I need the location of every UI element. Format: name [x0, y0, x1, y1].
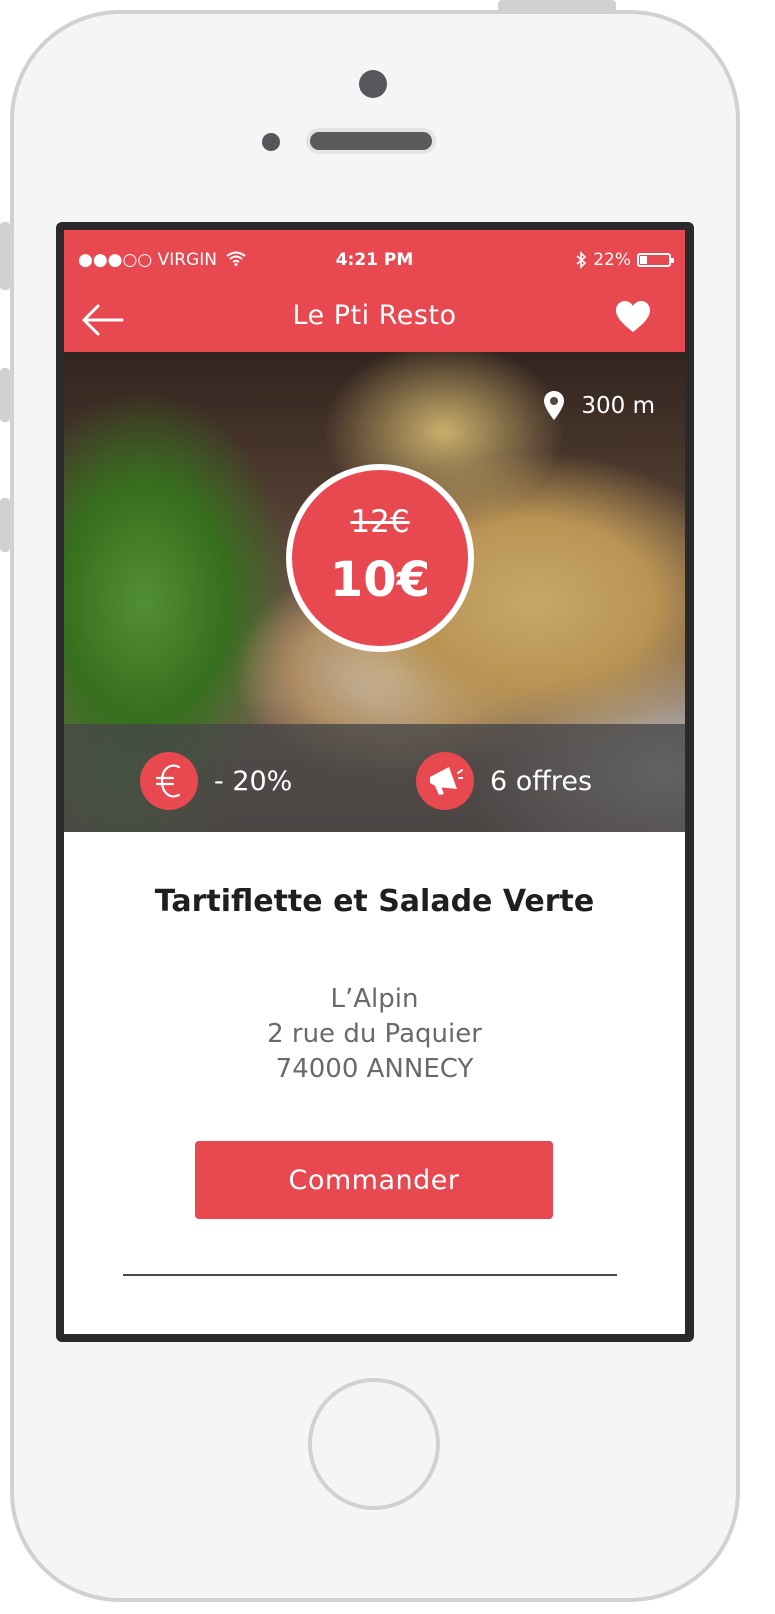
- offer-stats-bar: - 20% 6 offres: [64, 724, 685, 832]
- nav-bar: Le Pti Resto: [64, 290, 685, 352]
- volume-down-button: [0, 498, 10, 552]
- battery-fill: [640, 256, 647, 264]
- status-bar: ●●●○○ VIRGIN 4:21 PM 22%: [64, 230, 685, 290]
- megaphone-badge: [416, 752, 474, 810]
- front-camera: [359, 70, 387, 98]
- offers-text: 6 offres: [490, 765, 593, 797]
- battery-status: 22%: [575, 250, 674, 270]
- heart-icon: [616, 301, 650, 332]
- old-price: 12€: [350, 504, 410, 540]
- dish-name: Tartiflette et Salade Verte: [154, 884, 595, 919]
- dish-photo: 300 m 12€ 10€ - 20% 6 offres: [64, 352, 685, 832]
- discount-stat: - 20%: [140, 752, 292, 810]
- proximity-sensor: [262, 133, 280, 151]
- earpiece-speaker: [306, 128, 436, 154]
- divider: [123, 1274, 617, 1276]
- new-price: 10€: [329, 552, 431, 608]
- address-street: 2 rue du Paquier: [267, 1019, 482, 1049]
- offers-stat: 6 offres: [416, 752, 592, 810]
- euro-badge: [140, 752, 198, 810]
- discount-text: - 20%: [214, 765, 293, 797]
- battery-nub: [671, 258, 674, 263]
- distance-text: 300 m: [581, 393, 655, 419]
- megaphone-icon: [430, 767, 463, 795]
- restaurant-name: L’Alpin: [330, 984, 419, 1014]
- favorite-button[interactable]: [615, 300, 655, 340]
- bluetooth-icon: [576, 251, 587, 269]
- app-screen: ●●●○○ VIRGIN 4:21 PM 22% Le Pti Resto 30…: [64, 230, 685, 1334]
- order-button[interactable]: Commander: [195, 1141, 553, 1219]
- restaurant-address: L’Alpin 2 rue du Paquier 74000 ANNECY: [64, 982, 685, 1087]
- mute-switch: [0, 222, 10, 290]
- price-badge: 12€ 10€: [286, 464, 474, 652]
- home-button[interactable]: [308, 1378, 440, 1510]
- page-title: Le Pti Resto: [292, 300, 457, 331]
- location-pin-icon: [544, 391, 565, 420]
- volume-up-button: [0, 368, 10, 422]
- address-city: 74000 ANNECY: [275, 1054, 474, 1084]
- dish-details: Tartiflette et Salade Verte L’Alpin 2 ru…: [64, 832, 685, 1334]
- power-button: [498, 0, 616, 12]
- battery-percent: 22%: [593, 250, 631, 270]
- app-header: ●●●○○ VIRGIN 4:21 PM 22% Le Pti Resto: [64, 230, 685, 352]
- battery-icon: [637, 253, 674, 267]
- euro-icon: [155, 764, 181, 798]
- distance-indicator: 300 m: [543, 390, 655, 422]
